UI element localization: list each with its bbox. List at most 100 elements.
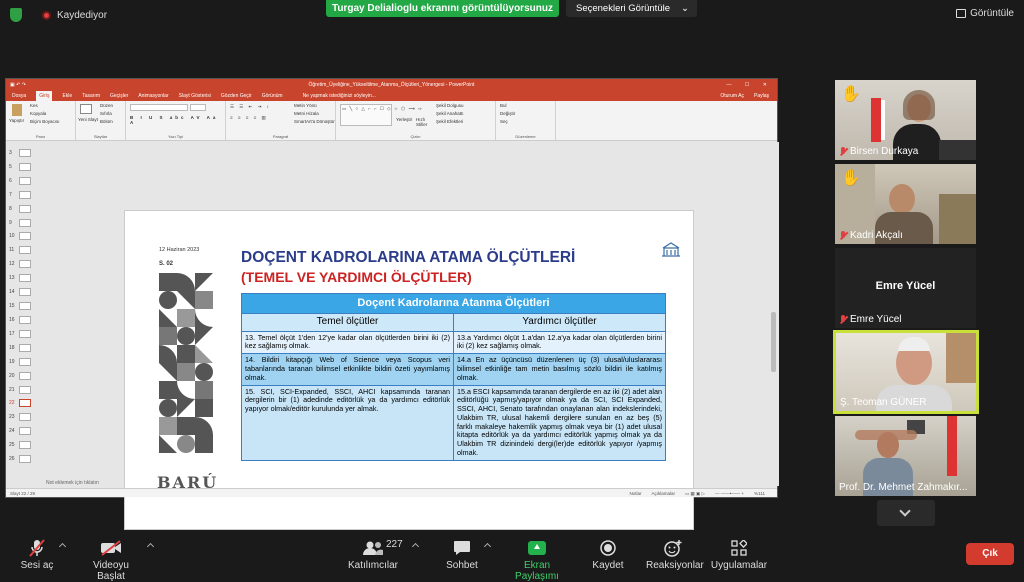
list-buttons[interactable]: ☰ ☰ ⇤ ⇥ ↕ bbox=[230, 104, 271, 110]
reactions-button[interactable]: Reaksiyonlar bbox=[646, 538, 704, 571]
cut-button[interactable]: Kes bbox=[30, 103, 38, 108]
apps-button[interactable]: Uygulamalar bbox=[710, 538, 768, 571]
view-button[interactable]: Görüntüle bbox=[956, 8, 1014, 19]
slide-thumbnail[interactable]: 22 bbox=[8, 398, 36, 410]
ppt-share-button[interactable]: Paylaş bbox=[754, 91, 769, 101]
video-options-caret[interactable] bbox=[146, 542, 155, 551]
slide-thumbnails[interactable]: 3 5 6 7 8 9 10 11 12 13 14 15 16 17 18 19 20 21 22 23 24 25 26 bbox=[8, 148, 36, 468]
slide-thumbnail[interactable]: 14 bbox=[8, 287, 36, 299]
scroll-participants-button[interactable] bbox=[877, 500, 935, 526]
slide-thumbnail[interactable]: 3 bbox=[8, 148, 36, 160]
slide-thumbnail[interactable]: 21 bbox=[8, 385, 36, 397]
font-format-buttons[interactable]: B I U S abc AV Aa A bbox=[130, 115, 225, 125]
leave-button[interactable]: Çık bbox=[966, 543, 1014, 565]
new-slide-icon[interactable] bbox=[80, 104, 92, 114]
text-direction-button[interactable]: Metin Yönü bbox=[294, 103, 317, 108]
tell-me-box[interactable]: Ne yapmak istediğinizi söyleyin... bbox=[303, 91, 376, 101]
chat-options-caret[interactable] bbox=[483, 542, 492, 551]
slide-thumbnail[interactable]: 9 bbox=[8, 218, 36, 230]
tab-file[interactable]: Dosya bbox=[12, 91, 26, 101]
chat-button[interactable]: Sohbet bbox=[444, 538, 480, 571]
shape-effects-button[interactable]: Şekil Efektleri bbox=[436, 119, 463, 124]
editing-group: Bul Değiştir Seç Düzenleme bbox=[496, 101, 556, 140]
view-mode-icons[interactable]: ▭ ▦ ▣ ▷ bbox=[685, 491, 705, 497]
participants-button[interactable]: Katılımcılar 227 bbox=[344, 538, 403, 571]
slide-thumbnail[interactable]: 20 bbox=[8, 371, 36, 383]
slide-thumbnail[interactable]: 18 bbox=[8, 343, 36, 355]
slide-thumbnail[interactable]: 23 bbox=[8, 412, 36, 424]
slide-thumbnail[interactable]: 10 bbox=[8, 231, 36, 243]
scroll-thumb[interactable] bbox=[771, 312, 776, 372]
layout-button[interactable]: Düzen bbox=[100, 103, 113, 108]
window-controls[interactable]: — ☐ ✕ bbox=[727, 79, 773, 91]
tab-review[interactable]: Gözden Geçir bbox=[221, 91, 252, 101]
zoom-level[interactable]: %111 bbox=[754, 491, 765, 497]
participant-tile[interactable]: ✋ Birsen Durkaya bbox=[835, 80, 976, 160]
vertical-scrollbar[interactable] bbox=[771, 212, 777, 532]
slide-thumbnail[interactable]: 12 bbox=[8, 259, 36, 271]
tab-transitions[interactable]: Geçişler bbox=[110, 91, 128, 101]
slide-thumbnail[interactable]: 16 bbox=[8, 315, 36, 327]
slide-thumbnail[interactable]: 5 bbox=[8, 162, 36, 174]
thumbnail-preview bbox=[19, 232, 31, 241]
tab-design[interactable]: Tasarım bbox=[82, 91, 100, 101]
format-painter-button[interactable]: Biçim Boyacısı bbox=[30, 119, 60, 124]
quick-access-icons[interactable]: ▣ ↶ ↷ bbox=[10, 79, 26, 91]
comments-toggle[interactable]: Açıklamalar bbox=[651, 491, 675, 497]
font-name-box[interactable] bbox=[130, 104, 188, 111]
align-buttons[interactable]: ≡ ≡ ≡ ≡ ▥ bbox=[230, 115, 268, 121]
paste-button[interactable]: Yapıştır bbox=[9, 118, 24, 123]
record-button[interactable]: Kaydet bbox=[592, 538, 624, 571]
participant-tile[interactable]: Prof. Dr. Mehmet Zahmakır... bbox=[835, 416, 976, 496]
select-button[interactable]: Seç bbox=[500, 119, 508, 124]
replace-button[interactable]: Değiştir bbox=[500, 111, 515, 116]
record-icon bbox=[600, 540, 616, 556]
security-shield-icon[interactable] bbox=[10, 8, 22, 22]
sign-in-link[interactable]: Oturum Aç bbox=[720, 91, 744, 101]
reset-button[interactable]: Sıfırla bbox=[100, 111, 112, 116]
shape-fill-button[interactable]: Şekil Dolgusu bbox=[436, 103, 464, 108]
share-screen-button[interactable]: Ekran Paylaşımı bbox=[502, 538, 572, 582]
slide-thumbnail[interactable]: 19 bbox=[8, 357, 36, 369]
arrange-button[interactable]: Yerleştir bbox=[396, 117, 412, 122]
participant-name: Ş. Teoman GÜNER bbox=[840, 397, 927, 408]
paste-icon[interactable] bbox=[12, 104, 22, 116]
zoom-slider[interactable]: — ——•—— + bbox=[715, 491, 744, 497]
slide-thumbnail[interactable]: 7 bbox=[8, 190, 36, 202]
slide-thumbnail[interactable]: 11 bbox=[8, 245, 36, 257]
view-options-button[interactable]: Seçenekleri Görüntüle ⌄ bbox=[566, 0, 697, 17]
slide-thumbnail[interactable]: 17 bbox=[8, 329, 36, 341]
notes-placeholder[interactable]: Not eklemek için tıklatın bbox=[46, 480, 99, 486]
quick-styles-button[interactable]: Hızlı Stiller bbox=[416, 117, 432, 127]
thumbnail-number: 9 bbox=[9, 219, 12, 226]
tab-view[interactable]: Görünüm bbox=[262, 91, 283, 101]
slide-thumbnail[interactable]: 8 bbox=[8, 204, 36, 216]
participant-tile[interactable]: ✋ Kadri Akçalı bbox=[835, 164, 976, 244]
participant-tile[interactable]: Emre Yücel Emre Yücel bbox=[835, 248, 976, 328]
smartart-button[interactable]: SmartArt'a Dönüştür bbox=[294, 119, 335, 124]
participants-options-caret[interactable] bbox=[411, 542, 420, 551]
slide-thumbnail[interactable]: 15 bbox=[8, 301, 36, 313]
slide-thumbnail[interactable]: 13 bbox=[8, 273, 36, 285]
shape-outline-button[interactable]: Şekil Anahattı bbox=[436, 111, 464, 116]
participant-tile-active-speaker[interactable]: Ş. Teoman GÜNER bbox=[833, 330, 979, 414]
tab-insert[interactable]: Ekle bbox=[62, 91, 72, 101]
font-size-box[interactable] bbox=[190, 104, 206, 111]
tab-slideshow[interactable]: Slayt Gösterisi bbox=[179, 91, 211, 101]
slide-thumbnail[interactable]: 6 bbox=[8, 176, 36, 188]
slide-thumbnail[interactable]: 26 bbox=[8, 454, 36, 466]
align-text-button[interactable]: Metni Hizala bbox=[294, 111, 319, 116]
notes-toggle[interactable]: Notlar bbox=[629, 491, 641, 497]
new-slide-button[interactable]: Yeni Slayt bbox=[78, 117, 100, 122]
slide-thumbnail[interactable]: 25 bbox=[8, 440, 36, 452]
find-button[interactable]: Bul bbox=[500, 103, 507, 108]
section-button[interactable]: Bölüm bbox=[100, 119, 113, 124]
start-video-button[interactable]: Videoyu Başlat bbox=[78, 538, 144, 582]
copy-button[interactable]: Kopyala bbox=[30, 111, 46, 116]
audio-options-caret[interactable] bbox=[58, 542, 67, 551]
tab-animations[interactable]: Animasyonlar bbox=[138, 91, 168, 101]
slide-canvas[interactable]: 12 Haziran 2023 S. 02 BARÚ BA bbox=[124, 210, 694, 530]
slide-thumbnail[interactable]: 24 bbox=[8, 426, 36, 438]
unmute-button[interactable]: Sesi aç bbox=[18, 538, 56, 571]
tab-home[interactable]: Giriş bbox=[36, 91, 53, 101]
